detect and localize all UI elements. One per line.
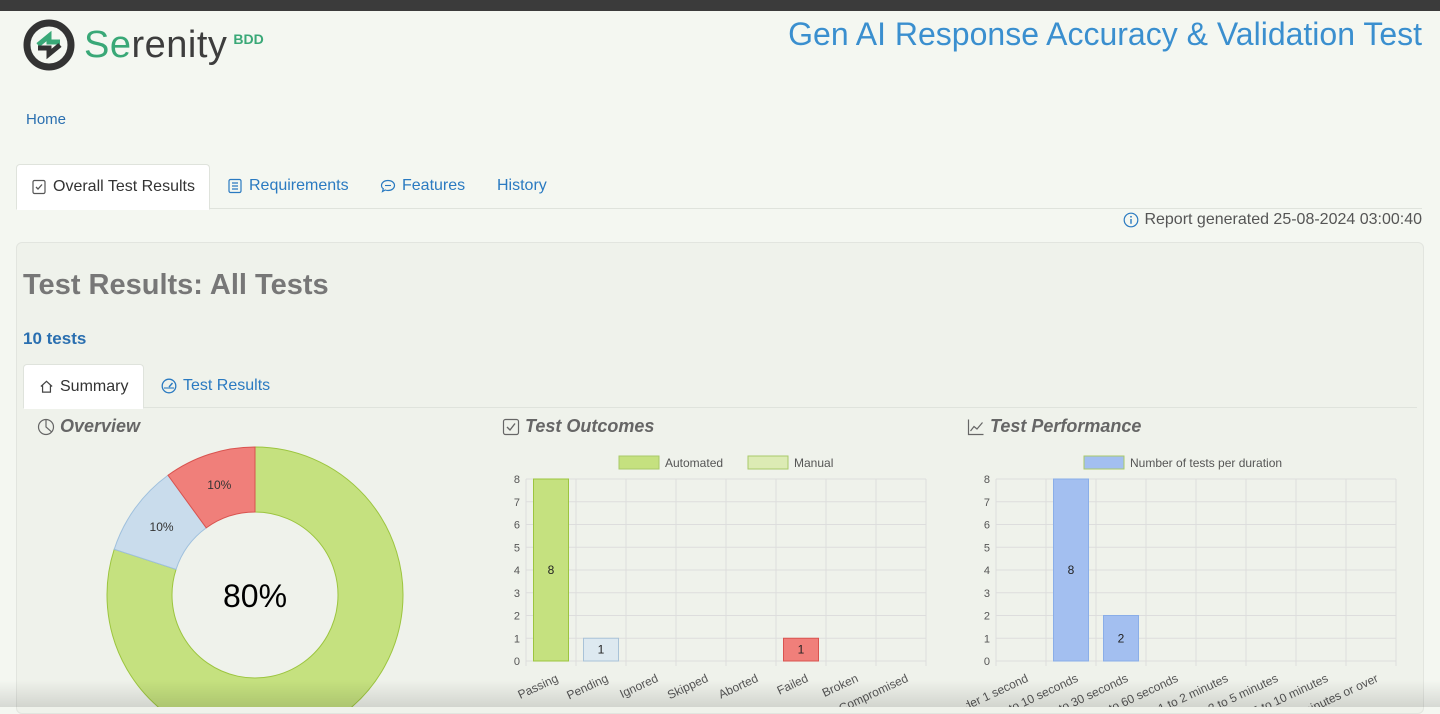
x-tick-label: Skipped [665, 671, 710, 702]
overview-heading: Overview [37, 416, 140, 437]
y-tick-label: 4 [514, 565, 520, 577]
x-tick-label: Aborted [716, 671, 760, 701]
line-chart-icon [967, 419, 984, 435]
serenity-logo-icon [23, 19, 75, 71]
y-tick-label: 7 [984, 497, 990, 509]
list-icon [228, 178, 242, 194]
logo-bdd-label: BDD [233, 31, 264, 47]
project-title: Gen AI Response Accuracy & Validation Te… [788, 16, 1422, 52]
bar-value-label: 8 [548, 563, 555, 577]
tab-features[interactable]: Features [380, 164, 465, 208]
legend-label[interactable]: Automated [665, 456, 723, 470]
y-tick-label: 8 [514, 474, 520, 486]
donut-center-label: 80% [223, 578, 287, 614]
checkbox-icon [502, 418, 520, 435]
outcomes-bar-chart: Automated Manual 0 1 2 3 4 5 6 7 8 8 1 1 Passing Pen… [514, 455, 927, 707]
y-tick-label: 5 [514, 542, 520, 554]
tests-count-link[interactable]: 10 tests [23, 329, 86, 349]
legend-swatch [747, 455, 789, 470]
y-tick-label: 6 [514, 520, 520, 532]
serenity-logo[interactable]: Serenity BDD [22, 18, 264, 72]
page-title: Test Results: All Tests [23, 269, 329, 301]
legend-label[interactable]: Manual [794, 456, 833, 470]
tab-summary[interactable]: Summary [23, 364, 145, 409]
outcomes-heading: Test Outcomes [502, 416, 654, 437]
bar-value-label: 2 [1118, 631, 1125, 645]
x-tick-label: Ignored [617, 671, 660, 701]
x-tick-label: Passing [516, 671, 561, 702]
report-generated-text: Report generated 25-08-2024 03:00:40 [1144, 211, 1422, 228]
y-tick-label: 0 [514, 656, 520, 668]
performance-heading: Test Performance [967, 416, 1141, 437]
donut-slice-label: 10% [150, 520, 174, 534]
legend-swatch [618, 455, 660, 470]
breadcrumb-home[interactable]: Home [26, 111, 66, 128]
gauge-icon [161, 378, 177, 393]
performance-bar-chart: Number of tests per duration 0 1 2 3 4 5 6 7 8 8… [966, 455, 1397, 707]
x-tick-label: Failed [775, 671, 811, 698]
y-tick-label: 2 [514, 611, 520, 623]
comment-icon [380, 179, 396, 193]
tab-label: Test Results [183, 376, 271, 394]
checklist-icon [32, 179, 46, 195]
main-tabs: Overall Test Results Requirements Featur… [16, 164, 1422, 210]
bar-value-label: 1 [798, 643, 805, 657]
sub-tabs: Summary Test Results [23, 364, 1417, 409]
x-tick-label: Pending [564, 671, 610, 702]
y-tick-label: 5 [984, 542, 990, 554]
bar-value-label: 1 [598, 643, 605, 657]
tab-label: Overall Test Results [53, 178, 195, 195]
tab-requirements[interactable]: Requirements [227, 164, 349, 208]
y-tick-label: 2 [984, 611, 990, 623]
tab-label: History [497, 177, 547, 194]
y-tick-label: 0 [984, 656, 990, 668]
y-tick-label: 1 [514, 633, 520, 645]
home-icon [40, 380, 53, 393]
y-tick-label: 3 [984, 588, 990, 600]
overview-donut-chart: 80%10%10% 80% [106, 446, 404, 707]
tab-label: Features [402, 177, 466, 194]
bar-value-label: 8 [1068, 563, 1075, 577]
y-tick-label: 7 [514, 497, 520, 509]
y-tick-label: 3 [514, 588, 520, 600]
pie-chart-icon [37, 418, 55, 435]
tab-test-results[interactable]: Test Results [161, 364, 270, 407]
legend-label[interactable]: Number of tests per duration [1130, 456, 1282, 470]
tab-label: Requirements [249, 177, 349, 194]
tab-label: Summary [60, 377, 129, 395]
y-tick-label: 1 [984, 633, 990, 645]
tab-history[interactable]: History [497, 164, 547, 208]
window-top-bar [0, 0, 1440, 11]
info-icon [1124, 212, 1139, 228]
y-tick-label: 6 [984, 520, 990, 532]
legend-swatch [1083, 455, 1125, 470]
donut-slice-label: 10% [207, 478, 231, 492]
y-tick-label: 8 [984, 474, 990, 486]
logo-wordmark: Serenity [84, 23, 228, 66]
tab-overall-test-results[interactable]: Overall Test Results [16, 164, 210, 210]
report-generated: Report generated 25-08-2024 03:00:40 [1123, 211, 1422, 229]
y-tick-label: 4 [984, 565, 990, 577]
